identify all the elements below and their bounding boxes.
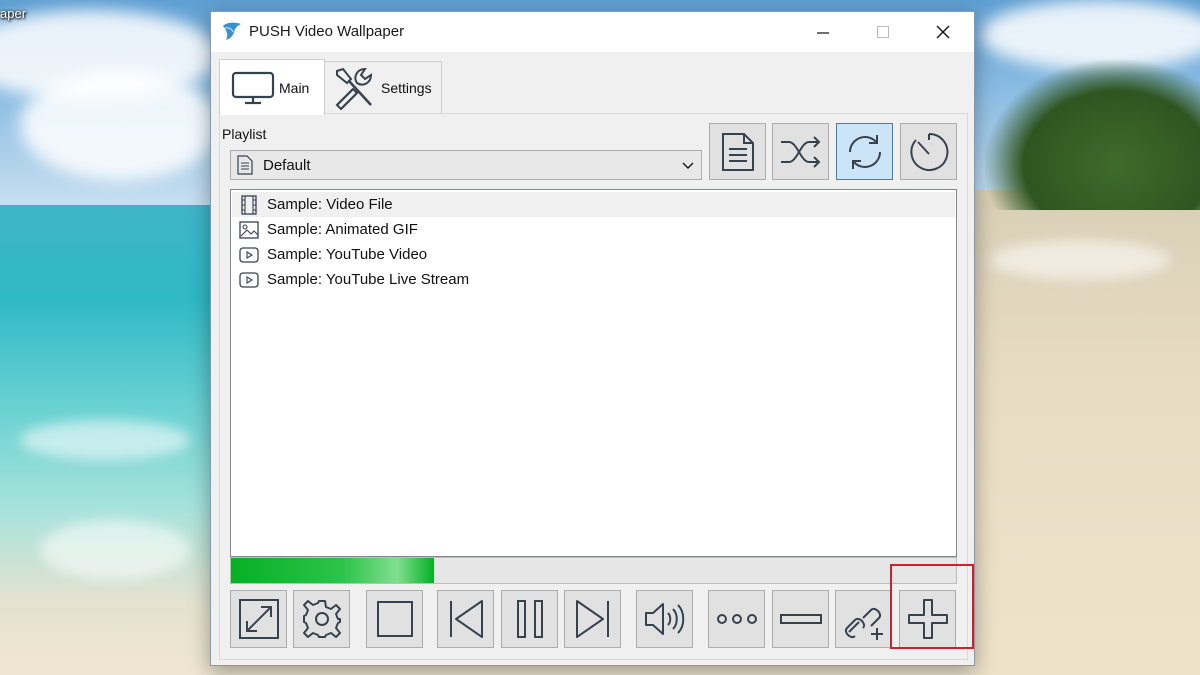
volume-icon (644, 603, 684, 635)
close-button[interactable] (913, 12, 973, 52)
minimize-icon (817, 32, 829, 34)
shuffle-icon (780, 135, 820, 168)
repeat-button[interactable] (836, 123, 893, 180)
volume-button[interactable] (636, 590, 693, 648)
previous-icon (449, 600, 483, 638)
list-item-label: Sample: Animated GIF (267, 221, 418, 238)
tab-main-label: Main (279, 79, 310, 96)
playlist-info-button[interactable] (709, 123, 766, 180)
title-bar[interactable]: PUSH Video Wallpaper (211, 12, 974, 52)
list-item[interactable]: Sample: YouTube Video (232, 242, 955, 267)
foam (20, 420, 190, 460)
chevron-down-icon (681, 158, 695, 172)
add-url-button[interactable] (835, 590, 892, 648)
foam (40, 520, 190, 580)
pause-button[interactable] (501, 590, 558, 648)
timer-button[interactable] (900, 123, 957, 180)
progress-fill (231, 558, 434, 583)
desktop-icon-label[interactable]: aper (0, 6, 26, 21)
trees (985, 60, 1200, 210)
playlist-label: Playlist (222, 126, 267, 142)
settings-button[interactable] (293, 590, 350, 648)
list-item-label: Sample: YouTube Video (267, 246, 428, 263)
play-box-icon (238, 244, 260, 266)
add-button[interactable] (899, 590, 956, 648)
playlist-dropdown[interactable]: Default (230, 150, 702, 180)
more-button[interactable] (708, 590, 765, 648)
shuffle-button[interactable] (772, 123, 829, 180)
window-title: PUSH Video Wallpaper (249, 23, 405, 40)
list-item[interactable]: Sample: Video File (232, 192, 955, 217)
monitor-icon (231, 70, 275, 106)
app-window: PUSH Video Wallpaper Main Settings Playl… (210, 11, 975, 666)
fullscreen-button[interactable] (230, 590, 287, 648)
foam (990, 240, 1170, 280)
previous-button[interactable] (437, 590, 494, 648)
remove-button[interactable] (772, 590, 829, 648)
add-url-icon (844, 608, 883, 640)
more-icon (716, 614, 757, 624)
progress-bar[interactable] (230, 557, 957, 584)
image-icon (238, 219, 260, 241)
tab-settings-label: Settings (381, 80, 432, 96)
next-button[interactable] (564, 590, 621, 648)
tools-icon (331, 65, 377, 111)
document-icon (721, 132, 754, 171)
stop-button[interactable] (366, 590, 423, 648)
next-icon (575, 600, 609, 638)
playlist-items[interactable]: Sample: Video File Sample: Animated GIF … (230, 189, 957, 557)
film-icon (238, 194, 260, 216)
cloud (20, 70, 220, 180)
stop-icon (376, 601, 413, 637)
add-icon (907, 599, 948, 639)
maximize-icon (877, 26, 889, 38)
minimize-button[interactable] (793, 12, 853, 52)
document-small-icon (237, 155, 253, 175)
settings-gear-icon (302, 600, 341, 638)
list-item-label: Sample: YouTube Live Stream (267, 271, 470, 288)
list-item[interactable]: Sample: YouTube Live Stream (232, 267, 955, 292)
list-item-label: Sample: Video File (267, 196, 393, 213)
maximize-button[interactable] (853, 12, 913, 52)
play-box-icon (238, 269, 260, 291)
list-item[interactable]: Sample: Animated GIF (232, 217, 955, 242)
close-icon (936, 25, 950, 39)
tab-settings[interactable]: Settings (323, 61, 442, 114)
tab-main[interactable]: Main (219, 59, 325, 115)
fullscreen-icon (238, 599, 279, 639)
playlist-selected-value: Default (263, 156, 311, 174)
bird-logo-icon (221, 20, 243, 42)
repeat-icon (848, 134, 881, 169)
remove-icon (779, 614, 822, 624)
timer-icon (909, 132, 948, 171)
pause-icon (516, 600, 543, 638)
